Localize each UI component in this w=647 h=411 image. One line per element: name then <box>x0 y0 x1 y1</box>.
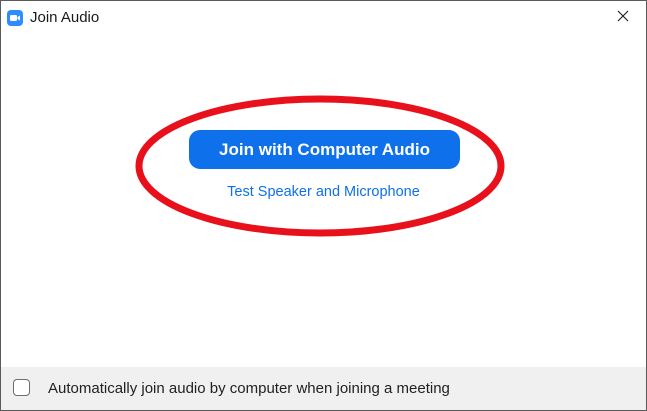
join-audio-window: Join Audio Join with Computer Audio Test… <box>0 0 647 411</box>
title-bar: Join Audio <box>1 1 646 35</box>
footer-bar: Automatically join audio by computer whe… <box>1 367 646 410</box>
auto-join-label[interactable]: Automatically join audio by computer whe… <box>48 380 450 398</box>
zoom-camera-icon <box>7 10 23 26</box>
close-button[interactable] <box>600 1 646 35</box>
close-icon <box>617 9 629 27</box>
join-computer-audio-button[interactable]: Join with Computer Audio <box>189 130 460 169</box>
test-speaker-microphone-link[interactable]: Test Speaker and Microphone <box>1 184 646 200</box>
auto-join-checkbox[interactable] <box>13 379 30 396</box>
window-title: Join Audio <box>30 9 100 26</box>
audio-options-panel: Join with Computer Audio Test Speaker an… <box>1 35 646 367</box>
